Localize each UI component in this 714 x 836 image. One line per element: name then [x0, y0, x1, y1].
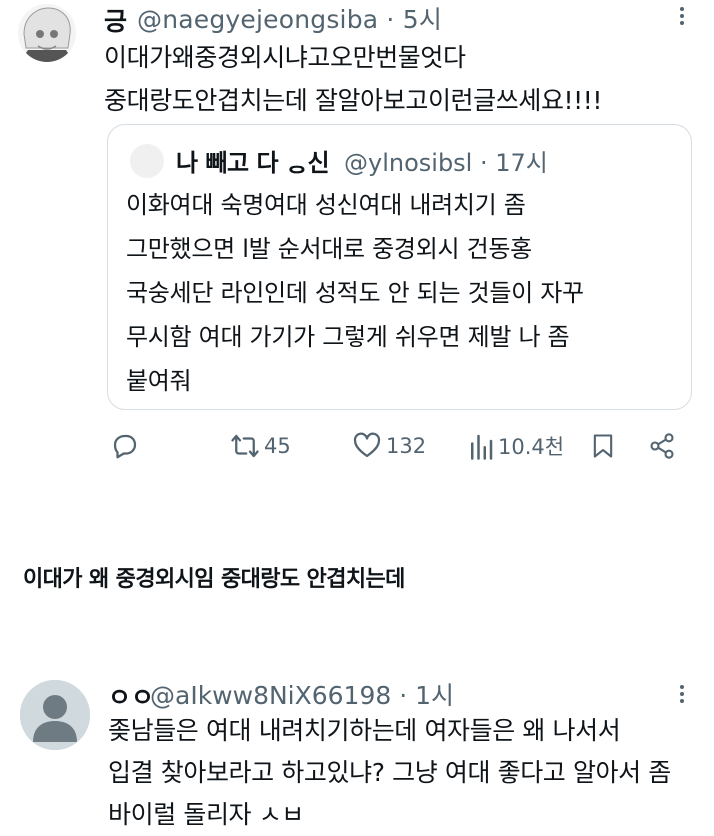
reply-icon — [113, 434, 137, 459]
author-avatar[interactable] — [18, 4, 76, 62]
reply-button[interactable] — [110, 428, 140, 464]
quoted-author-handle-timestamp: @ylnosibsl · 17시 — [344, 149, 548, 177]
author-name[interactable]: ㅇㅇ — [108, 678, 154, 714]
more-options-icon[interactable] — [672, 6, 692, 26]
views-chart-icon — [471, 434, 493, 460]
bookmark-icon — [593, 434, 613, 458]
quoted-tweet[interactable]: 나 빼고 다 ᆼ신 @ylnosibsl · 17시 이화여대 숙명여대 성신여… — [107, 124, 692, 410]
quoted-line: 그만했으면 l발 순서대로 중경외시 건동홍 — [126, 235, 532, 263]
author-handle-timestamp[interactable]: @naegyejeongsiba · 5시 — [137, 0, 442, 36]
retweet-count: 45 — [264, 434, 291, 458]
bookmark-button[interactable] — [589, 428, 617, 464]
more-options-icon[interactable] — [672, 684, 692, 704]
view-count: 10.4천 — [498, 435, 565, 459]
retweet-icon — [231, 434, 259, 458]
share-button[interactable] — [648, 428, 676, 464]
heart-icon — [353, 432, 381, 458]
tweet-text: 좆남들은 여대 내려치기하는데 여자들은 왜 나서서 입결 찾아보라고 하고있냐… — [108, 710, 708, 836]
like-button[interactable]: 132 — [352, 428, 426, 464]
tweet-action-bar: 45 132 10.4천 — [104, 428, 694, 464]
like-count: 132 — [386, 434, 427, 458]
quoted-line: 무시함 여대 가기가 그렇게 쉬우면 제발 나 좀 — [126, 323, 570, 351]
tweet-line: 좆남들은 여대 내려치기하는데 여자들은 왜 나서서 — [108, 716, 621, 745]
quoted-author-name: 나 빼고 다 ᆼ신 — [176, 149, 330, 177]
share-icon — [650, 433, 674, 459]
tweet-line: 이대가왜중경외시냐고오만번물엇다 — [104, 43, 466, 72]
post-caption: 이대가 왜 중경외시임 중대랑도 안겹치는데 — [23, 567, 405, 592]
tweet-text: 이대가왜중경외시냐고오만번물엇다 중대랑도안겹치는데 잘알아보고이런글쓰세요!!… — [104, 36, 684, 122]
quoted-line: 국숭세단 라인인데 성적도 안 되는 것들이 자꾸 — [126, 279, 584, 307]
author-name[interactable]: 긍 — [104, 2, 127, 38]
quoted-tweet-text: 이화여대 숙명여대 성신여대 내려치기 좀 그만했으면 l발 순서대로 중경외시… — [126, 183, 681, 403]
tweet-line: 중대랑도안겹치는데 잘알아보고이런글쓰세요!!!! — [104, 86, 603, 115]
quoted-line: 이화여대 숙명여대 성신여대 내려치기 좀 — [126, 191, 526, 219]
tweet-line: 바이럴 돌리자 ㅅㅂ — [108, 800, 304, 829]
quoted-line: 붙여줘 — [126, 367, 192, 395]
default-avatar[interactable] — [20, 680, 90, 750]
quoted-author-avatar — [130, 144, 164, 178]
retweet-button[interactable]: 45 — [230, 428, 291, 464]
tweet-line: 입결 찾아보라고 하고있냐? 그냥 여대 좋다고 알아서 좀 — [108, 758, 671, 787]
views-button[interactable]: 10.4천 — [468, 428, 564, 464]
author-handle-timestamp[interactable]: @aIkww8NiX66198 · 1시 — [150, 676, 454, 712]
